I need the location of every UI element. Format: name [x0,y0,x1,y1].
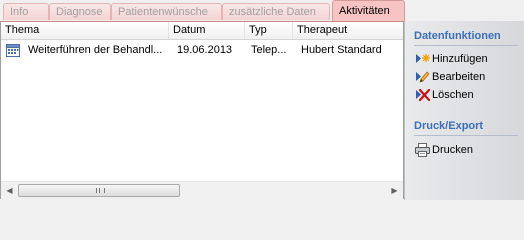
section-divider [414,135,518,136]
tab-info-label: Info [10,6,29,18]
column-header-typ[interactable]: Typ [245,22,293,39]
tab-aktivitaeten[interactable]: Aktivitäten [332,0,405,21]
print-button-label: Drucken [432,144,473,156]
tab-zusaetzliche-daten-label: zusätzliche Daten [229,6,316,18]
scroll-right-button[interactable]: ▶ [386,182,403,199]
tab-patientenwuensche[interactable]: Patientenwünsche [111,3,222,20]
section-title-druck-export: Druck/Export [414,120,484,132]
tab-diagnose-label: Diagnose [56,6,103,18]
tab-zusaetzliche-daten[interactable]: zusätzliche Daten [222,3,330,20]
calendar-icon [6,44,20,57]
tab-info[interactable]: Info [3,3,49,20]
horizontal-scrollbar[interactable]: ◀ ▶ [1,181,403,199]
cell-thema: Weiterführen der Behandl... [28,44,163,56]
column-header-therapeut-label: Therapeut [297,24,348,36]
column-header-thema-label: Thema [5,24,40,36]
cell-datum: 19.06.2013 [177,44,233,56]
tab-bar: Info Diagnose Patientenwünsche zusätzlic… [0,0,524,21]
section-title-datenfunktionen: Datenfunktionen [414,30,501,42]
tab-patientenwuensche-label: Patientenwünsche [118,6,208,18]
grip-icon [96,188,105,193]
tab-diagnose[interactable]: Diagnose [49,3,111,20]
section-divider [414,45,518,46]
edit-button-label: Bearbeiten [432,71,486,83]
grid-header: Thema Datum Typ Therapeut [1,22,403,40]
printer-icon [415,143,430,157]
scrollbar-thumb[interactable] [18,184,180,197]
column-header-datum[interactable]: Datum [169,22,245,39]
cell-typ: Telep... [251,44,287,56]
column-header-thema[interactable]: Thema [1,22,169,39]
delete-button-label: Löschen [432,89,474,101]
scroll-left-button[interactable]: ◀ [1,182,18,199]
delete-icon [416,88,431,102]
task-panel: Datenfunktionen Hinzufügen Bearbeiten Lö… [404,21,524,200]
activities-grid: Thema Datum Typ Therapeut Weiterführen d… [0,21,404,199]
column-header-datum-label: Datum [173,24,206,36]
pencil-icon [416,71,430,83]
add-button-label: Hinzufügen [432,53,488,65]
column-header-typ-label: Typ [249,24,267,36]
column-header-therapeut[interactable]: Therapeut [293,22,403,39]
cell-therapeut: Hubert Standard [301,44,382,56]
table-row[interactable]: Weiterführen der Behandl... 19.06.2013 T… [1,41,403,59]
tab-aktivitaeten-label: Aktivitäten [339,5,390,17]
add-icon [416,54,430,63]
